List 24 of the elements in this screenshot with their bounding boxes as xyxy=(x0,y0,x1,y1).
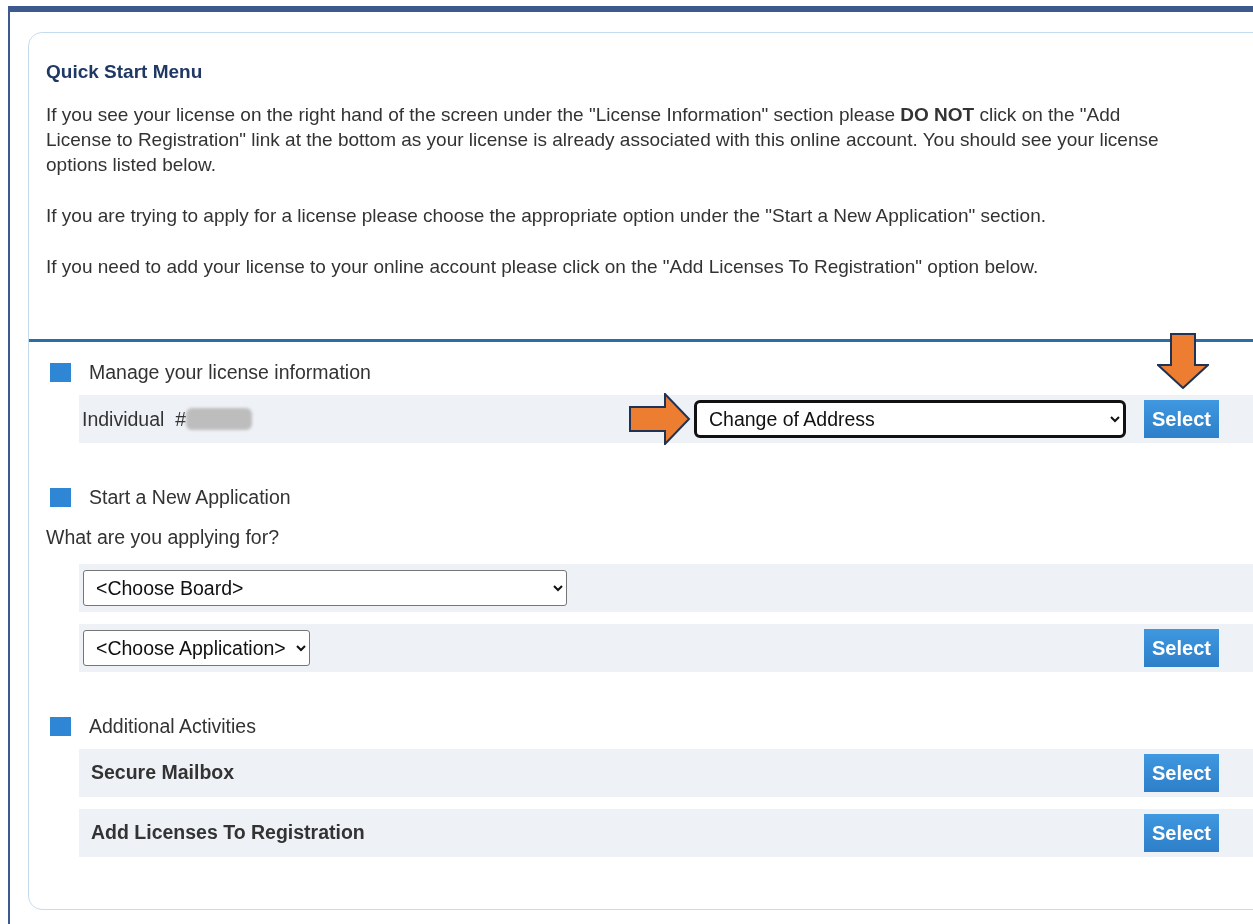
section-marker-icon xyxy=(50,363,71,383)
instruction-paragraph: If you are trying to apply for a license please choose the appropriate option under the "Start a New Application" section. xyxy=(46,203,1047,228)
section-marker-icon xyxy=(50,488,71,508)
select-button[interactable]: Select xyxy=(1144,754,1219,792)
select-button[interactable]: Select xyxy=(1144,628,1219,667)
dropdown[interactable]: Change of Address xyxy=(694,400,1126,439)
license-label: Individual # xyxy=(81,406,187,432)
select-button[interactable]: Select xyxy=(1144,814,1219,852)
field-prompt: What are you applying for? xyxy=(46,524,281,550)
activity-label: Add Licenses To Registration xyxy=(90,820,365,846)
instruction-paragraph: If you see your license on the right hand of the screen under the "License Information" section please DO NOT click on the "Add License to Registration" link at the bottom as your license is already associated with this online account. You should see your license options listed below. xyxy=(46,102,1160,177)
callout-arrow-icon xyxy=(629,393,691,446)
redaction-mark xyxy=(186,408,253,431)
section-heading: Additional Activities xyxy=(89,713,256,739)
section-heading: Manage your license information xyxy=(89,360,371,385)
section-marker-icon xyxy=(50,716,71,736)
instruction-paragraph: If you need to add your license to your online account please click on the "Add Licenses To Registration" option below. xyxy=(46,254,1040,279)
select-button[interactable]: Select xyxy=(1144,400,1219,439)
dropdown[interactable]: <Choose Board> xyxy=(83,569,567,606)
section-heading: Start a New Application xyxy=(89,485,291,511)
callout-arrow-icon xyxy=(1157,333,1209,390)
section-title: Quick Start Menu xyxy=(46,61,204,84)
activity-label: Secure Mailbox xyxy=(90,760,235,786)
dropdown[interactable]: <Choose Application> xyxy=(83,629,310,666)
